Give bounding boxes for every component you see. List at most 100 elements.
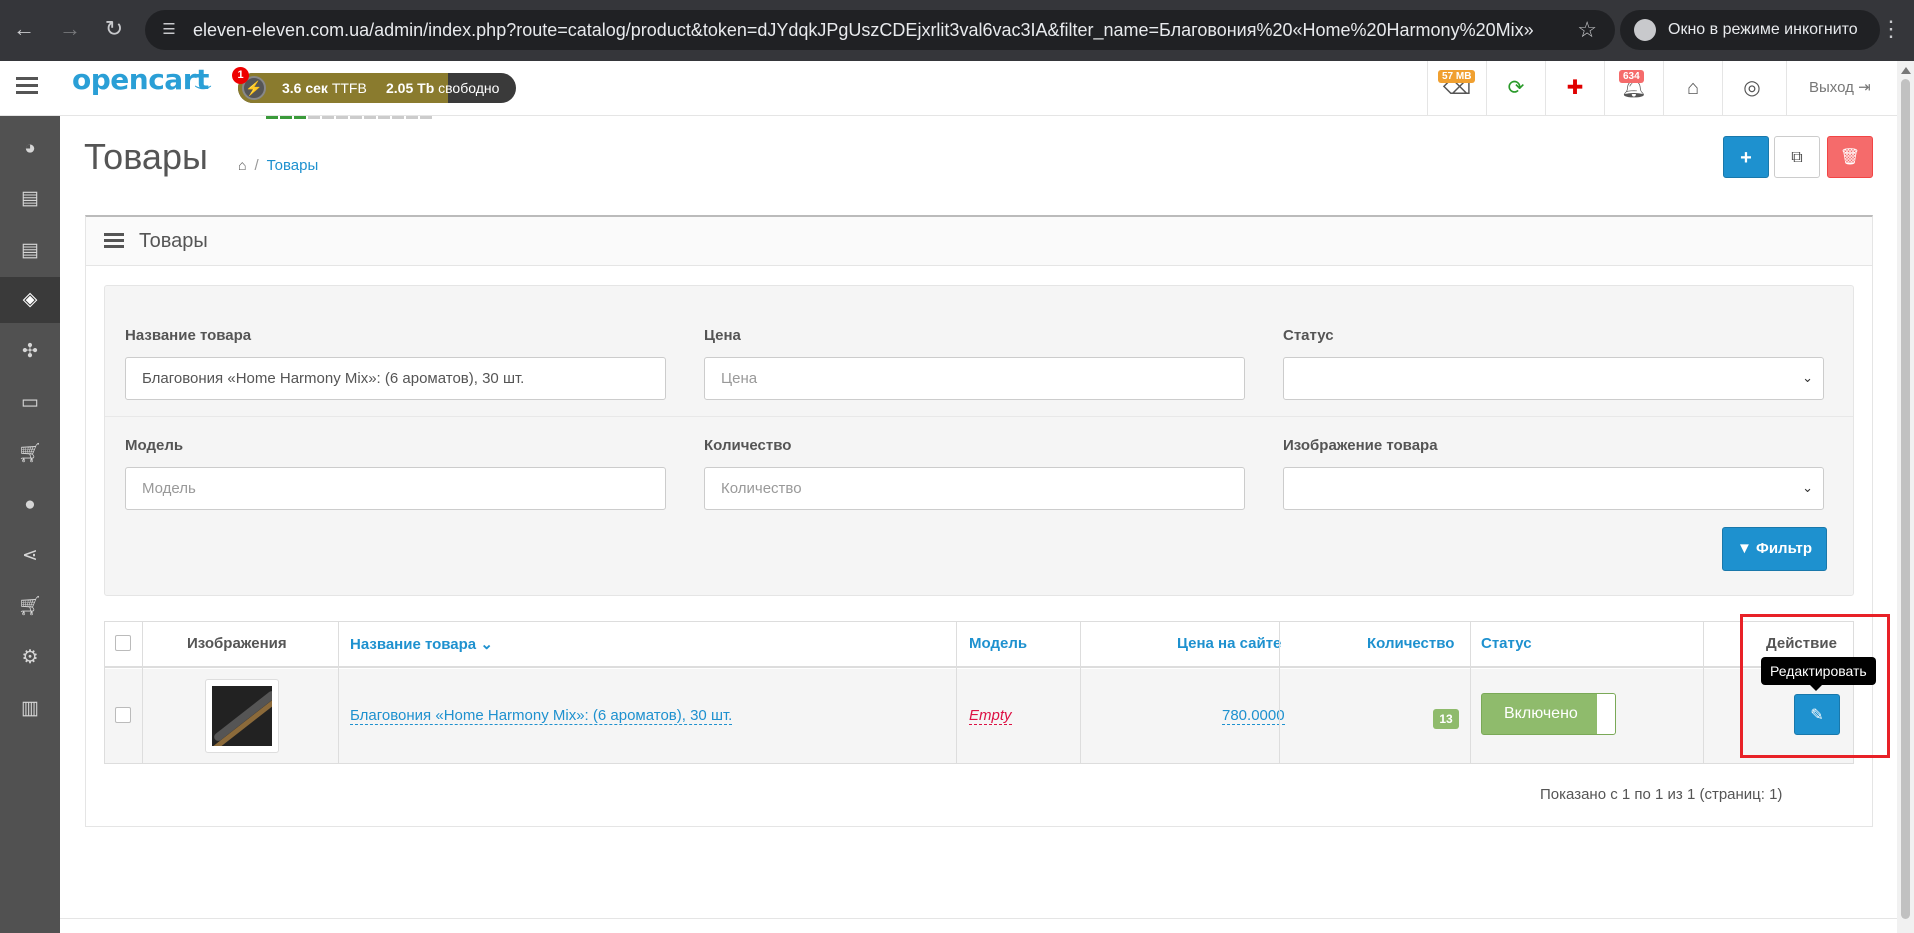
product-model-value[interactable]: Empty: [969, 707, 1012, 725]
copy-product-button[interactable]: ⧉: [1774, 136, 1820, 178]
share-icon: ⋖: [22, 545, 38, 566]
scroll-thumb[interactable]: [1901, 79, 1910, 919]
ttfb-unit: TTFB: [331, 80, 367, 96]
status-toggle[interactable]: Включено: [1481, 693, 1616, 735]
copy-icon: ⧉: [1791, 149, 1803, 166]
col-header-quantity[interactable]: Количество: [1367, 635, 1454, 652]
browser-toolbar: ← → ↻ ☰ eleven-eleven.com.ua/admin/index…: [0, 0, 1914, 61]
highlight-box: [1740, 614, 1890, 758]
logout-label: Выход: [1809, 79, 1854, 96]
admin-sidebar: ◕ ▤ ▤ ◈ ✣ ▭ 🛒︎ ● ⋖ 🛒︎ ⚙ ▥: [0, 116, 60, 933]
perf-alert-badge: 1: [232, 67, 249, 84]
sidebar-item-orders[interactable]: 🛒︎: [0, 584, 60, 630]
page-scrollbar[interactable]: [1897, 61, 1914, 933]
clear-cache-button[interactable]: 57 MB ⌫: [1427, 61, 1486, 115]
pagination-summary: Показано с 1 по 1 из 1 (страниц: 1): [1540, 786, 1783, 803]
url-text[interactable]: eleven-eleven.com.ua/admin/index.php?rou…: [193, 10, 1533, 50]
sidebar-item-system[interactable]: ⚙: [0, 635, 60, 681]
filter-name-label: Название товара: [125, 327, 252, 344]
browser-menu-icon[interactable]: ⋮: [1880, 14, 1902, 44]
sidebar-item-dashboard[interactable]: ◕: [0, 126, 60, 172]
col-header-name[interactable]: Название товара ⌄: [350, 635, 493, 653]
notifications-button[interactable]: 634 🔔︎: [1604, 61, 1663, 115]
filter-button[interactable]: ▼ Фильтр: [1722, 527, 1827, 571]
home-icon: ⌂: [1686, 77, 1700, 99]
filter-name-input[interactable]: Благовония «Home Harmony Mix»: (6 аромат…: [125, 357, 666, 400]
filter-model-input[interactable]: Модель: [125, 467, 666, 510]
sidebar-item-reports[interactable]: ▥: [0, 686, 60, 732]
incognito-indicator[interactable]: Окно в режиме инкогнито: [1620, 10, 1880, 50]
add-product-button[interactable]: +: [1723, 136, 1769, 178]
newspaper-icon: ▤: [21, 188, 39, 209]
refresh-icon: ⟳: [1507, 77, 1525, 99]
sidebar-item-design[interactable]: ▭: [0, 380, 60, 426]
filter-price-label: Цена: [704, 327, 741, 344]
performance-widget[interactable]: ⚡ 1 3.6 сек TTFB 2.05 Tb свободно: [232, 67, 516, 103]
logout-link[interactable]: Выход ⇥: [1786, 61, 1914, 115]
cart-alt-icon: 🛒︎: [17, 596, 43, 617]
filter-quantity-label: Количество: [704, 437, 792, 454]
sidebar-item-marketing[interactable]: ⋖: [0, 533, 60, 579]
opencart-logo[interactable]: opencart: [72, 63, 209, 96]
select-all-checkbox[interactable]: [115, 635, 131, 651]
user-icon: ●: [24, 494, 36, 515]
dashboard-icon: ◕: [24, 138, 36, 159]
col-header-model[interactable]: Модель: [969, 635, 1027, 652]
delete-product-button[interactable]: 🗑︎: [1827, 136, 1873, 178]
back-icon[interactable]: ←: [10, 15, 38, 43]
sign-out-icon: ⇥: [1858, 79, 1871, 96]
filter-image-label: Изображение товара: [1283, 437, 1438, 454]
sidebar-item-blog[interactable]: ▤: [0, 228, 60, 274]
panel-title: Товары: [139, 230, 208, 252]
breadcrumb: ⌂ / Товары: [238, 157, 319, 174]
table-header: Изображения Название товара ⌄ Модель Цен…: [105, 622, 1853, 668]
notifications-badge: 634: [1619, 70, 1644, 83]
monitor-icon: ▭: [21, 392, 39, 413]
help-button[interactable]: ✚: [1545, 61, 1604, 115]
forward-icon[interactable]: →: [56, 15, 84, 43]
storefront-home-button[interactable]: ⌂: [1663, 61, 1722, 115]
col-header-image: Изображения: [187, 635, 287, 652]
quantity-badge: 13: [1433, 709, 1459, 729]
scroll-up-icon[interactable]: [1901, 67, 1911, 74]
product-price-value[interactable]: 780.0000: [1222, 707, 1285, 725]
product-thumbnail[interactable]: [205, 679, 279, 753]
cache-size-badge: 57 MB: [1438, 70, 1476, 83]
filter-image-select[interactable]: ⌄: [1283, 467, 1824, 510]
list-icon: [104, 233, 124, 249]
filter-quantity-input[interactable]: Количество: [704, 467, 1245, 510]
page-title: Товары: [84, 136, 208, 177]
filter-price-input[interactable]: Цена: [704, 357, 1245, 400]
chevron-down-icon: ⌄: [1802, 370, 1813, 385]
disk-free-label: свободно: [438, 80, 500, 96]
sidebar-toggle-icon[interactable]: [16, 77, 38, 97]
col-header-status[interactable]: Статус: [1481, 635, 1532, 652]
breadcrumb-link-products[interactable]: Товары: [267, 157, 319, 174]
filter-form: Название товара Благовония «Home Harmony…: [104, 285, 1854, 596]
reload-icon[interactable]: ↻: [100, 15, 128, 43]
filter-status-select[interactable]: ⌄: [1283, 357, 1824, 400]
trash-icon: 🗑︎: [1839, 149, 1861, 166]
products-table: Изображения Название товара ⌄ Модель Цен…: [104, 621, 1854, 764]
sidebar-item-extensions[interactable]: ✣: [0, 329, 60, 375]
row-select-checkbox[interactable]: [115, 707, 131, 723]
filter-icon: ▼: [1737, 540, 1752, 557]
newspaper-alt-icon: ▤: [21, 240, 39, 261]
medical-plus-icon: ✚: [1566, 77, 1584, 99]
ttfb-value: 3.6 сек: [282, 80, 328, 96]
sidebar-item-news[interactable]: ▤: [0, 176, 60, 222]
refresh-button[interactable]: ⟳: [1486, 61, 1545, 115]
product-name-link[interactable]: Благовония «Home Harmony Mix»: (6 аромат…: [350, 707, 733, 725]
support-button[interactable]: ◎: [1722, 61, 1781, 115]
bookmark-star-icon[interactable]: ☆: [1577, 17, 1597, 43]
breadcrumb-home-icon[interactable]: ⌂: [238, 157, 246, 173]
product-image: [212, 686, 272, 746]
sidebar-item-sales[interactable]: 🛒︎: [0, 431, 60, 477]
col-header-price[interactable]: Цена на сайте: [1177, 635, 1281, 652]
sidebar-item-customers[interactable]: ●: [0, 482, 60, 528]
sidebar-item-catalog[interactable]: ◈: [0, 277, 60, 323]
address-bar[interactable]: ☰ eleven-eleven.com.ua/admin/index.php?r…: [145, 10, 1615, 50]
puzzle-icon: ✣: [22, 341, 38, 362]
site-info-icon[interactable]: ☰: [159, 20, 179, 40]
life-ring-icon: ◎: [1743, 77, 1761, 99]
